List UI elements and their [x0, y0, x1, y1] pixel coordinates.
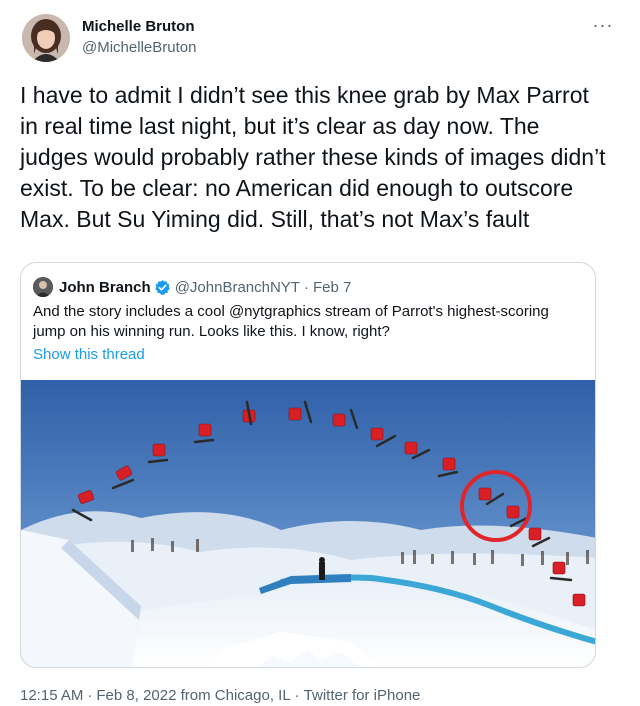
quoted-tweet-header: John Branch @JohnBranchNYT · Feb 7	[33, 277, 351, 297]
quoted-separator-dot: ·	[303, 278, 309, 296]
quoted-tweet-date[interactable]: Feb 7	[313, 279, 351, 296]
author-handle[interactable]: @MichelleBruton	[82, 38, 196, 58]
author-avatar[interactable]	[22, 14, 70, 62]
tweet-footer: 12:15 AM · Feb 8, 2022 from Chicago, IL · Tw…	[20, 686, 420, 706]
quoted-profile-photo-icon	[33, 277, 53, 297]
tweet-client[interactable]: Twitter for iPhone	[304, 687, 421, 704]
author-display-name[interactable]: Michelle Bruton	[82, 17, 196, 37]
tweet-date-location[interactable]: Feb 8, 2022 from Chicago, IL	[96, 687, 290, 704]
show-this-thread-link[interactable]: Show this thread	[33, 346, 145, 363]
footer-separator: ·	[87, 687, 93, 704]
quoted-tweet[interactable]: John Branch @JohnBranchNYT · Feb 7 And t…	[20, 262, 596, 668]
profile-photo-icon	[22, 14, 70, 62]
quoted-tweet-text: And the story includes a cool @nytgraphi…	[33, 303, 549, 340]
quoted-author-display-name[interactable]: John Branch	[59, 279, 151, 296]
verified-badge-icon	[154, 279, 170, 295]
tweet-text: I have to admit I didn’t see this knee g…	[20, 82, 612, 232]
tweet: Michelle Bruton @MichelleBruton ··· I ha…	[0, 0, 640, 706]
more-options-button[interactable]: ···	[586, 14, 620, 40]
quoted-author-avatar[interactable]	[33, 277, 53, 297]
quoted-author-handle[interactable]: @JohnBranchNYT	[175, 279, 300, 296]
ellipsis-icon: ···	[592, 15, 614, 35]
tweet-header: Michelle Bruton @MichelleBruton ···	[22, 14, 620, 66]
snowboard-jump-sequence-photo[interactable]	[21, 380, 596, 668]
footer-separator-2: ·	[294, 687, 300, 704]
tweet-time[interactable]: 12:15 AM	[20, 687, 83, 704]
author-names: Michelle Bruton @MichelleBruton	[82, 17, 196, 58]
